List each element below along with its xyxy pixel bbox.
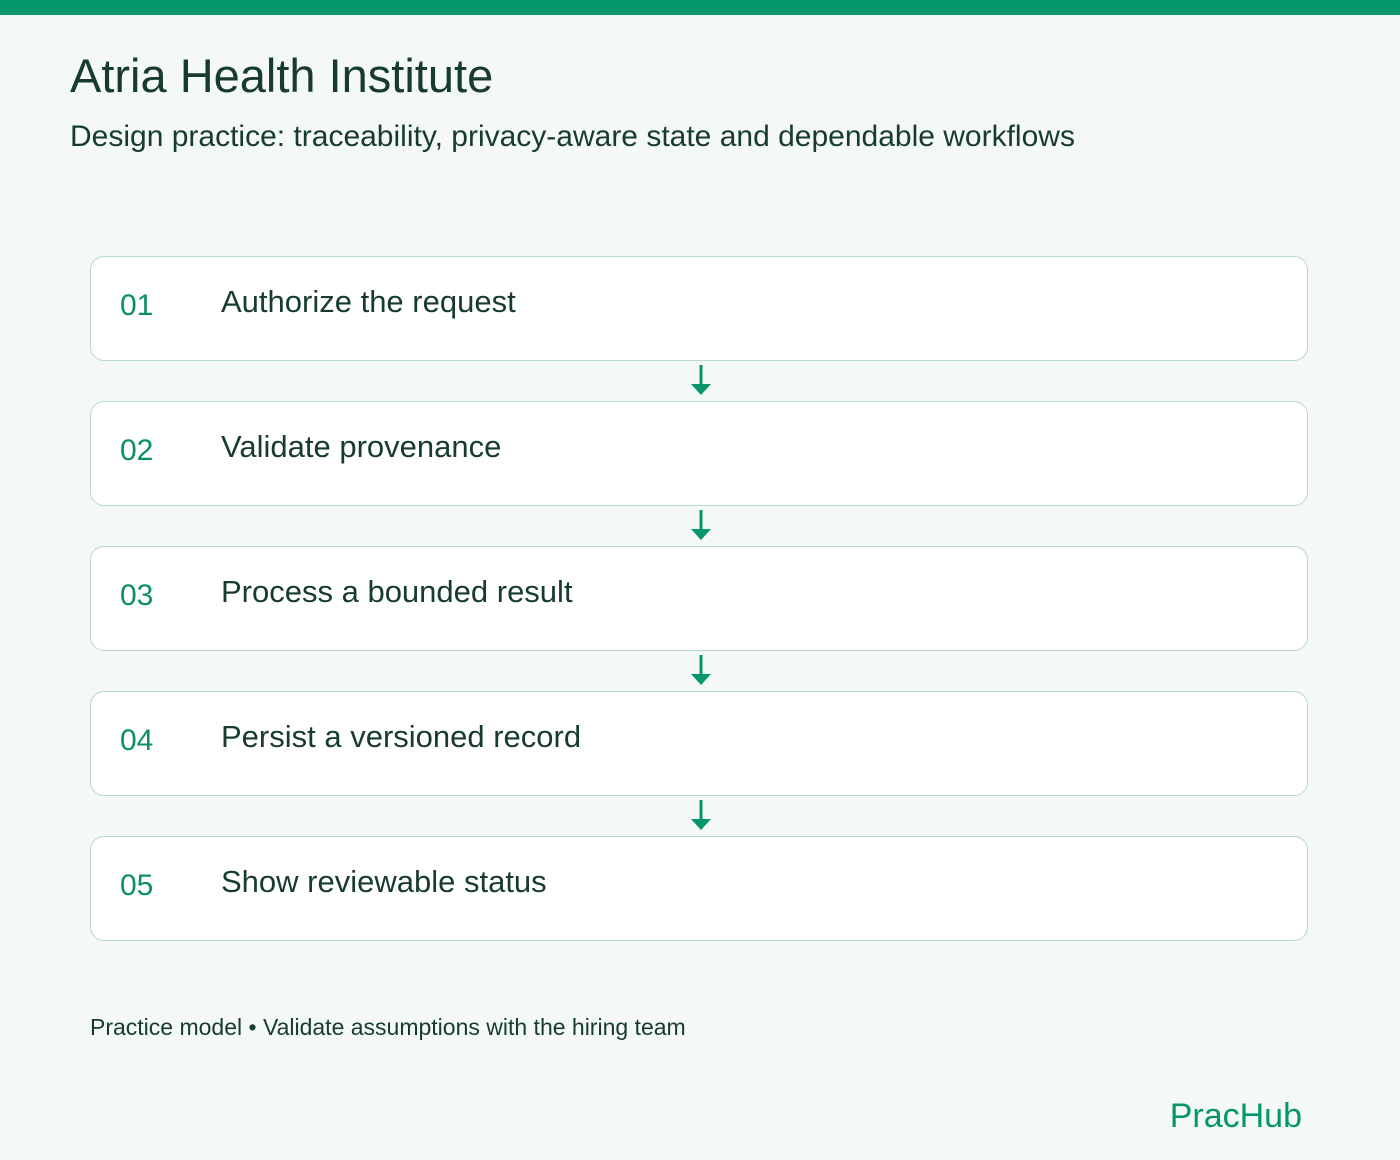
step-card-persist: 04 Persist a versioned record	[90, 691, 1308, 796]
step-number: 05	[120, 869, 154, 902]
arrow-down-icon	[691, 800, 711, 830]
arrow-down-icon	[691, 655, 711, 685]
workflow-steps: 01 Authorize the request 02 Validate pro…	[0, 0, 1400, 1160]
step-number: 03	[120, 579, 154, 612]
step-label: Authorize the request	[221, 284, 516, 319]
step-card-status: 05 Show reviewable status	[90, 836, 1308, 941]
step-card-process: 03 Process a bounded result	[90, 546, 1308, 651]
step-label: Persist a versioned record	[221, 719, 582, 754]
step-label: Show reviewable status	[221, 864, 547, 899]
arrow-down-icon	[691, 510, 711, 540]
step-label: Validate provenance	[221, 429, 502, 464]
brand-logo-text: PracHub	[1169, 1097, 1302, 1135]
step-number: 02	[120, 434, 154, 467]
step-number: 01	[120, 289, 154, 322]
step-card-authorize: 01 Authorize the request	[90, 256, 1308, 361]
arrow-down-icon	[691, 365, 711, 395]
step-label: Process a bounded result	[221, 574, 573, 609]
step-number: 04	[120, 724, 154, 757]
footnote: Practice model • Validate assumptions wi…	[90, 1014, 686, 1040]
step-card-validate: 02 Validate provenance	[90, 401, 1308, 506]
